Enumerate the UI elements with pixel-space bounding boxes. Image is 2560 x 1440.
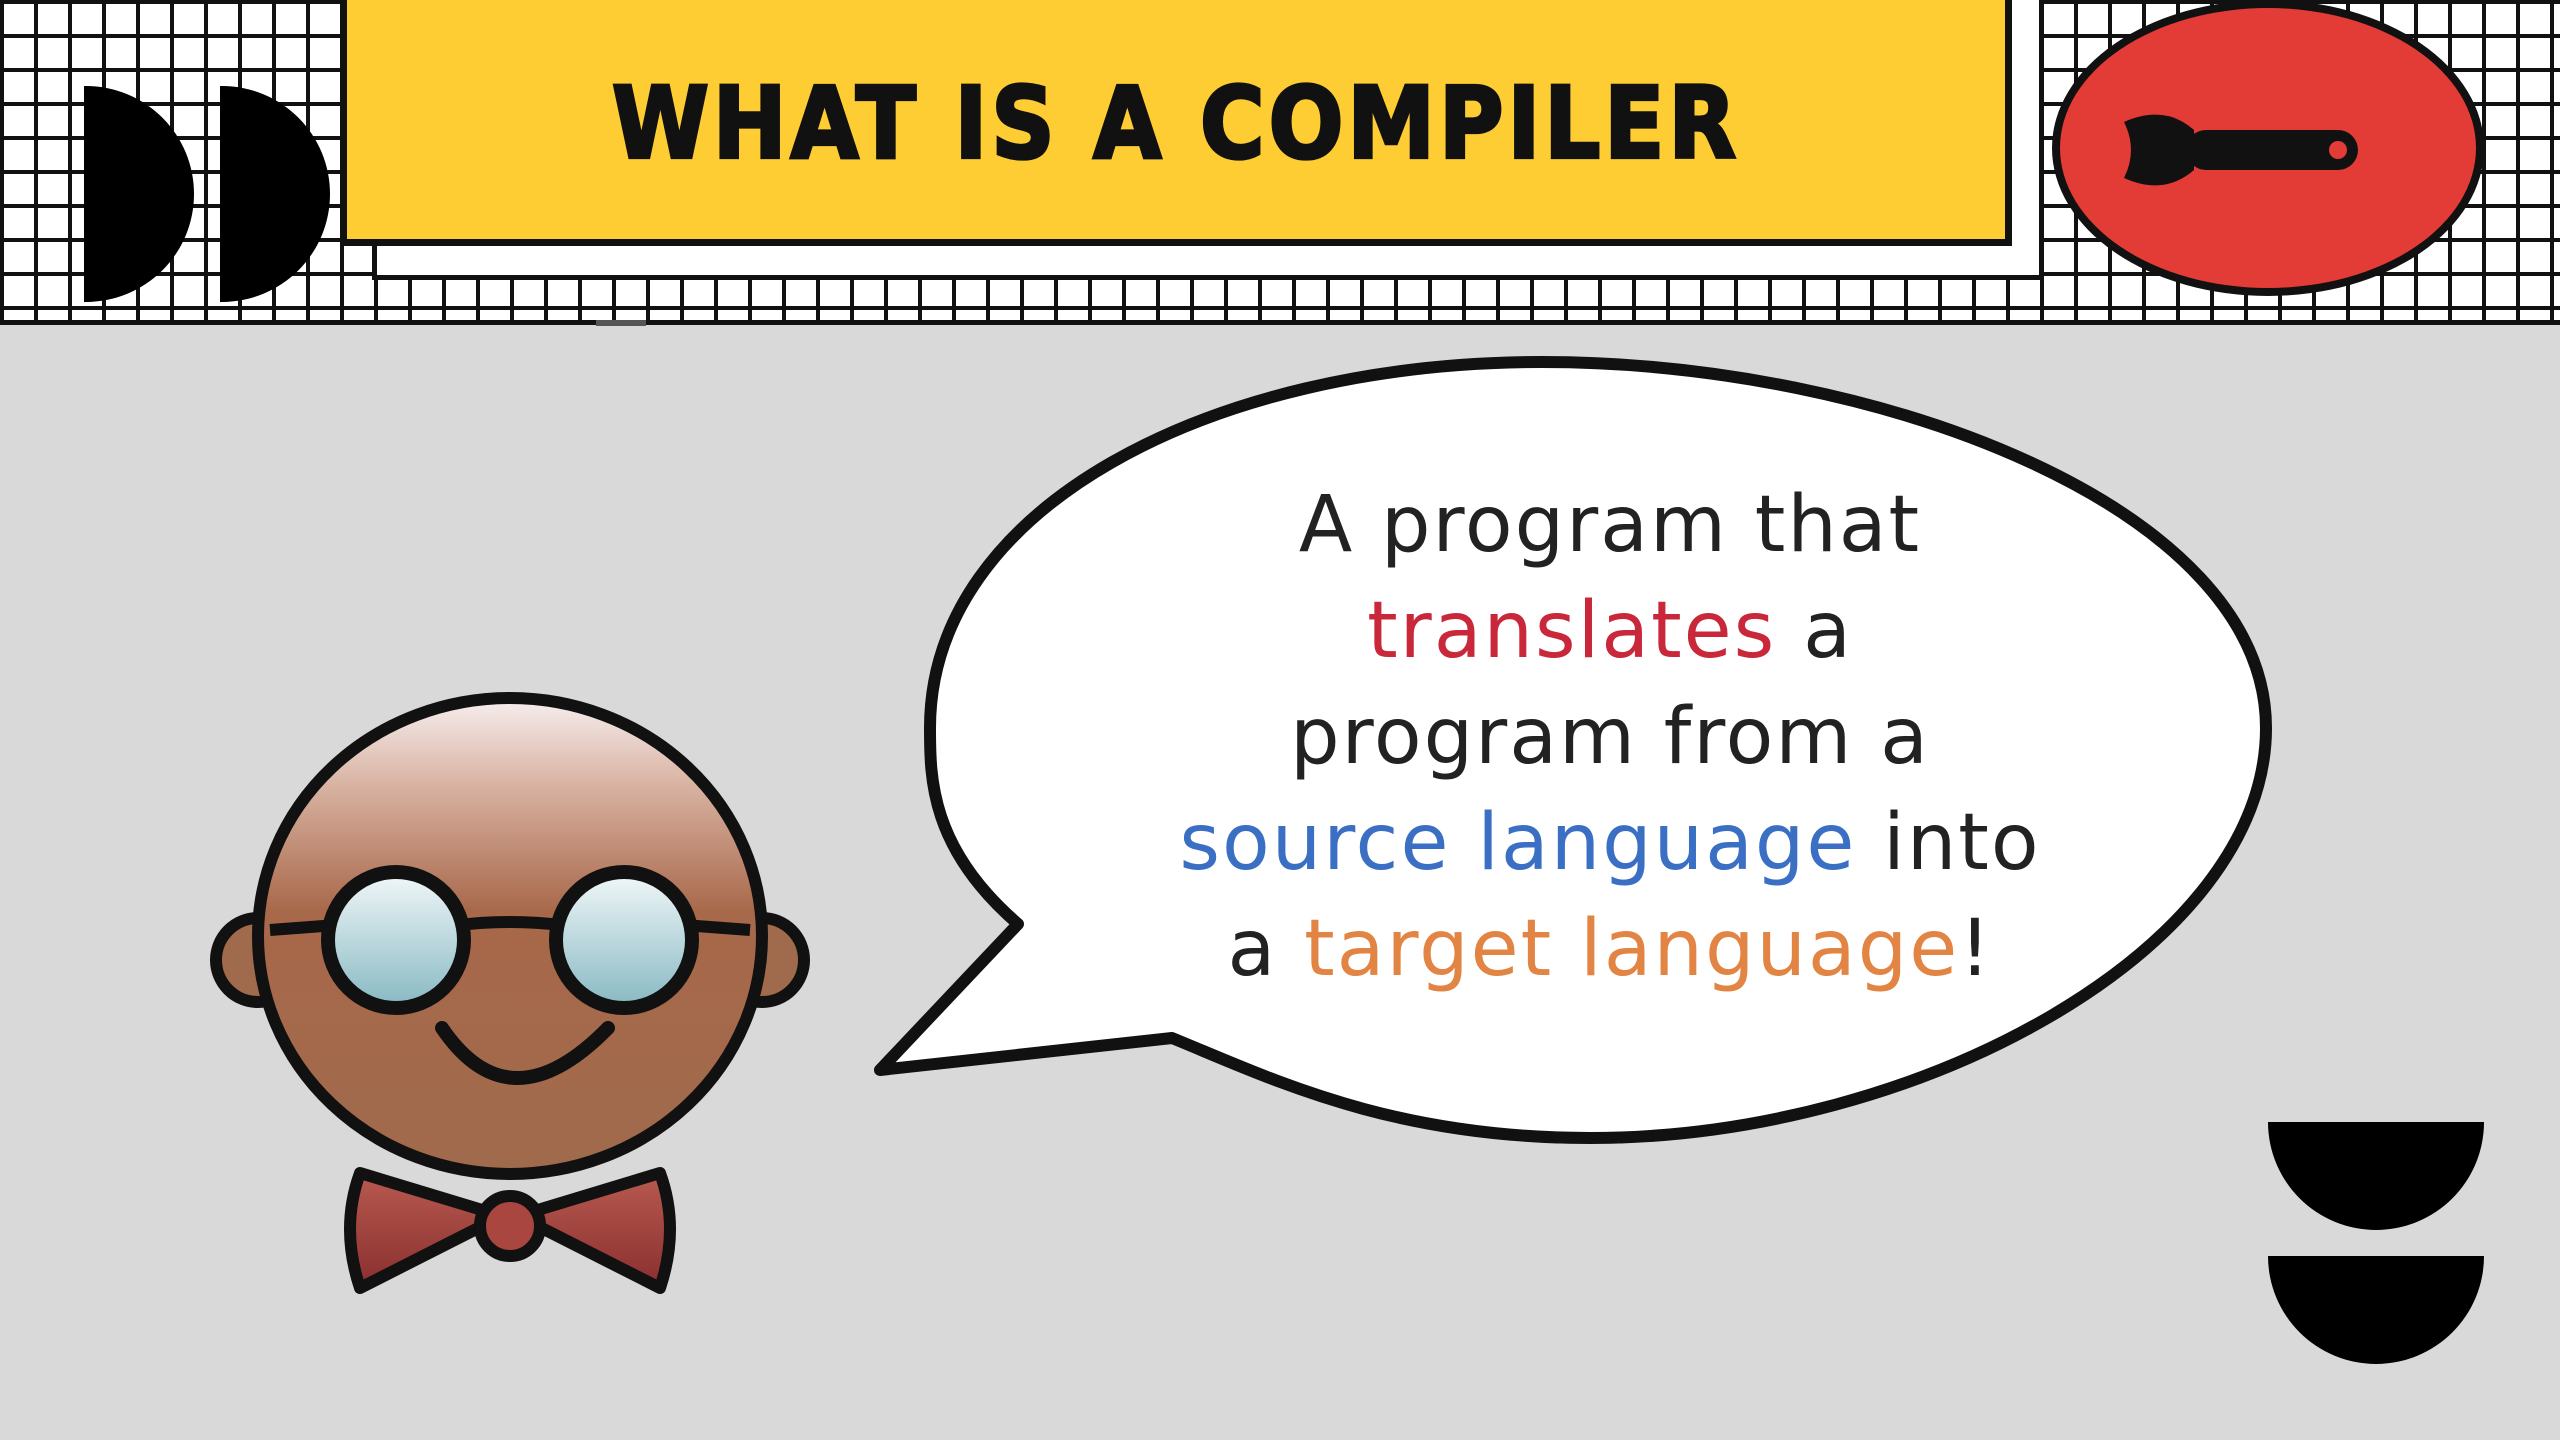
bubble-line-5: a target language! [1110, 896, 2110, 1002]
wrench-icon [2124, 114, 2358, 186]
bubble-line-2: translates a [1110, 578, 2110, 684]
bubble-line-3: program from a [1290, 692, 1930, 782]
highlight-translates: translates [1367, 586, 1777, 676]
bubble-line-4-rest: into [1856, 798, 2041, 888]
title-box: WHAT IS A COMPILER [340, 0, 2012, 246]
highlight-source-language: source language [1179, 798, 1857, 888]
bubble-line-2-rest: a [1776, 586, 1853, 676]
page-title: WHAT IS A COMPILER [610, 64, 1741, 183]
highlight-target-language: target language [1304, 904, 1960, 994]
bubble-line-1: A program that [1298, 480, 1922, 570]
divider-mark [596, 320, 646, 326]
half-circle-decoration-bottom-1 [2268, 1122, 2484, 1230]
professor-mascot-icon [210, 692, 810, 1294]
bubble-line-5-pre: a [1227, 904, 1305, 994]
bubble-line-4: source language into [1110, 790, 2110, 896]
half-circle-decoration-bottom-2 [2268, 1256, 2484, 1364]
slide: WHAT IS A COMPILER A program that transl… [0, 0, 2560, 1440]
bubble-text: A program that translates a program from… [1110, 472, 2110, 1012]
bubble-line-5-post: ! [1959, 904, 1993, 994]
